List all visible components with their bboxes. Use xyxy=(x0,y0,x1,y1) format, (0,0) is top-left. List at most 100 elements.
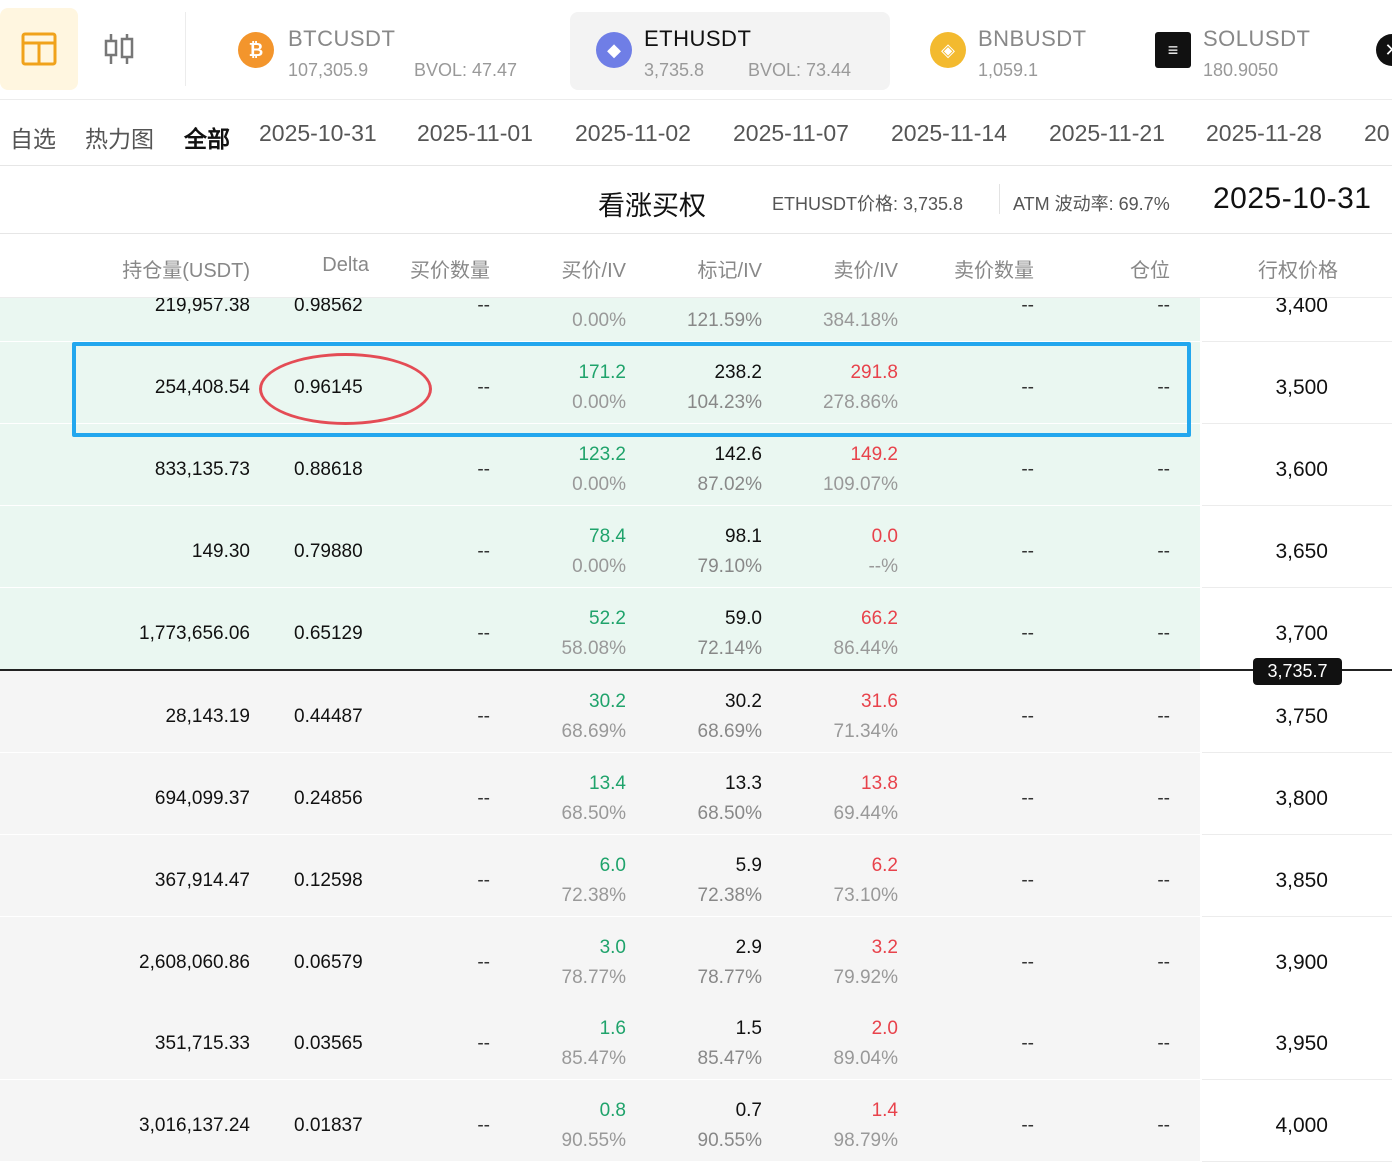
ask-iv: 79.92% xyxy=(833,967,898,988)
close-icon[interactable]: ✕ xyxy=(1376,34,1392,66)
position-value: -- xyxy=(1157,459,1170,480)
layout-icon[interactable] xyxy=(0,8,78,90)
tab-10[interactable]: 20 xyxy=(1364,120,1390,147)
column-header-8[interactable]: 行权价格 xyxy=(1258,254,1338,283)
ask-quantity: -- xyxy=(1021,1115,1034,1136)
tab-6[interactable]: 2025-11-07 xyxy=(733,120,849,147)
expiry-tabs: 自选 热力图 全部 2025-10-31 2025-11-01 2025-11-02 202… xyxy=(0,100,1392,166)
table-row[interactable]: 149.30 0.79880 -- 78.4 0.00% 98.1 79.10% 0.0 --%… xyxy=(0,506,1392,588)
open-interest: 351,715.33 xyxy=(154,1033,250,1054)
ticker-bvol: BVOL: 73.44 xyxy=(748,60,852,80)
open-interest: 3,016,137.24 xyxy=(139,1115,250,1136)
position-value: -- xyxy=(1157,298,1170,316)
column-header-4[interactable]: 标记/IV xyxy=(698,254,762,283)
bid-quantity: -- xyxy=(477,298,490,316)
position-value: -- xyxy=(1157,1033,1170,1054)
bid-price[interactable]: 6.0 xyxy=(600,855,626,877)
bid-price[interactable]: 30.2 xyxy=(589,691,626,713)
mark-price[interactable]: 13.3 xyxy=(725,773,762,795)
position-value: -- xyxy=(1157,870,1170,891)
ask-price[interactable]: 1.4 xyxy=(872,1100,898,1122)
ticker-solusdt[interactable]: ≡ SOLUSDT 180.9050 xyxy=(1155,12,1355,90)
mark-price[interactable]: 30.2 xyxy=(725,691,762,713)
mark-iv: 68.50% xyxy=(697,803,762,824)
bid-iv: 58.08% xyxy=(561,638,626,659)
delta-value: 0.88618 xyxy=(294,459,363,480)
candlestick-icon[interactable] xyxy=(80,8,158,90)
tab-0[interactable]: 自选 xyxy=(10,120,56,154)
mark-iv: 85.47% xyxy=(697,1048,762,1069)
bid-price[interactable]: 3.0 xyxy=(600,937,626,959)
bitcoin-icon: ₿ xyxy=(238,32,274,68)
open-interest: 1,773,656.06 xyxy=(139,623,250,644)
bid-price[interactable]: 0.8 xyxy=(600,1100,626,1122)
bid-price[interactable]: 123.2 xyxy=(578,444,626,466)
tab-3[interactable]: 2025-10-31 xyxy=(259,120,377,147)
column-header-0[interactable]: 持仓量(USDT) xyxy=(122,254,250,283)
tab-1[interactable]: 热力图 xyxy=(85,120,154,154)
table-row[interactable]: 3,016,137.24 0.01837 -- 0.8 90.55% 0.7 90.55% 1… xyxy=(0,1080,1392,1162)
mark-price[interactable]: 59.0 xyxy=(725,608,762,630)
ask-price[interactable]: 6.2 xyxy=(872,855,898,877)
ask-iv: 73.10% xyxy=(833,885,898,906)
column-header-1[interactable]: Delta xyxy=(322,254,369,277)
ask-iv: 71.34% xyxy=(833,721,898,742)
ask-price[interactable]: 31.6 xyxy=(861,691,898,713)
ticker-bnbusdt[interactable]: ◈ BNBUSDT 1,059.1 xyxy=(930,12,1130,90)
tab-4[interactable]: 2025-11-01 xyxy=(417,120,533,147)
ticker-price: 180.9050 xyxy=(1203,60,1279,80)
ticker-btcusdt[interactable]: ₿ BTCUSDT 107,305.9 BVOL: 47.47 xyxy=(238,12,568,90)
position-value: -- xyxy=(1157,788,1170,809)
ask-price[interactable]: 66.2 xyxy=(861,608,898,630)
bid-iv: 68.69% xyxy=(561,721,626,742)
table-row[interactable]: 351,715.33 0.03565 -- 1.6 85.47% 1.5 85.47% 2.0… xyxy=(0,998,1392,1080)
tab-5[interactable]: 2025-11-02 xyxy=(575,120,691,147)
mark-price[interactable]: 142.6 xyxy=(714,444,762,466)
ask-price[interactable]: 2.0 xyxy=(872,1018,898,1040)
bid-price[interactable]: 1.6 xyxy=(600,1018,626,1040)
tab-7[interactable]: 2025-11-14 xyxy=(891,120,1007,147)
column-header-3[interactable]: 买价/IV xyxy=(562,254,626,283)
spot-price-line xyxy=(0,669,1392,671)
mark-price[interactable]: 98.1 xyxy=(725,526,762,548)
column-header-7[interactable]: 仓位 xyxy=(1130,254,1170,283)
bid-quantity: -- xyxy=(477,1115,490,1136)
column-headers: 持仓量(USDT) Delta 买价数量 买价/IV 标记/IV 卖价/IV 卖价数量 仓位 行… xyxy=(0,234,1392,298)
mark-price[interactable]: 1.5 xyxy=(736,1018,762,1040)
ticker-ethusdt[interactable]: ◆ ETHUSDT 3,735.8 BVOL: 73.44 xyxy=(570,12,890,90)
mark-price[interactable]: 0.7 xyxy=(736,1100,762,1122)
bid-price[interactable]: 13.4 xyxy=(589,773,626,795)
mark-price[interactable]: 5.9 xyxy=(736,855,762,877)
table-row[interactable]: 367,914.47 0.12598 -- 6.0 72.38% 5.9 72.38% 6.2… xyxy=(0,835,1392,917)
tab-8[interactable]: 2025-11-21 xyxy=(1049,120,1165,147)
table-row[interactable]: 2,608,060.86 0.06579 -- 3.0 78.77% 2.9 78.77% 3… xyxy=(0,917,1392,999)
ask-price[interactable]: 0.0 xyxy=(872,526,898,548)
position-value: -- xyxy=(1157,952,1170,973)
table-row[interactable]: 694,099.37 0.24856 -- 13.4 68.50% 13.3 68.50% 1… xyxy=(0,753,1392,835)
column-header-5[interactable]: 卖价/IV xyxy=(834,254,898,283)
tab-9[interactable]: 2025-11-28 xyxy=(1206,120,1322,147)
ask-price[interactable]: 149.2 xyxy=(850,444,898,466)
column-header-2[interactable]: 买价数量 xyxy=(410,254,490,283)
bid-quantity: -- xyxy=(477,1033,490,1054)
ask-quantity: -- xyxy=(1021,870,1034,891)
tab-2[interactable]: 全部 xyxy=(184,120,230,154)
column-header-6[interactable]: 卖价数量 xyxy=(954,254,1034,283)
bid-price[interactable]: 52.2 xyxy=(589,608,626,630)
ask-price[interactable]: 3.2 xyxy=(872,937,898,959)
table-row[interactable]: 1,773,656.06 0.65129 -- 52.2 58.08% 59.0 72.14… xyxy=(0,588,1392,670)
open-interest: 149.30 xyxy=(191,541,250,562)
bid-price[interactable]: 78.4 xyxy=(589,526,626,548)
ask-iv: 86.44% xyxy=(833,638,898,659)
bid-iv: 0.00% xyxy=(572,474,626,495)
ask-price[interactable]: 13.8 xyxy=(861,773,898,795)
ask-iv: --% xyxy=(868,556,898,577)
bid-iv: 72.38% xyxy=(561,885,626,906)
table-row[interactable]: 28,143.19 0.44487 -- 30.2 68.69% 30.2 68.69% 31… xyxy=(0,671,1392,753)
open-interest: 2,608,060.86 xyxy=(139,952,250,973)
mark-price[interactable]: 2.9 xyxy=(736,937,762,959)
open-interest: 28,143.19 xyxy=(165,706,250,727)
table-row[interactable]: 219,957.38 0.98562 -- 0.00% 121.59% 384.18% --… xyxy=(0,298,1392,342)
strike-price: 3,750 xyxy=(1275,705,1328,728)
underlying-price-label: ETHUSDT价格: 3,735.8 xyxy=(772,194,964,214)
